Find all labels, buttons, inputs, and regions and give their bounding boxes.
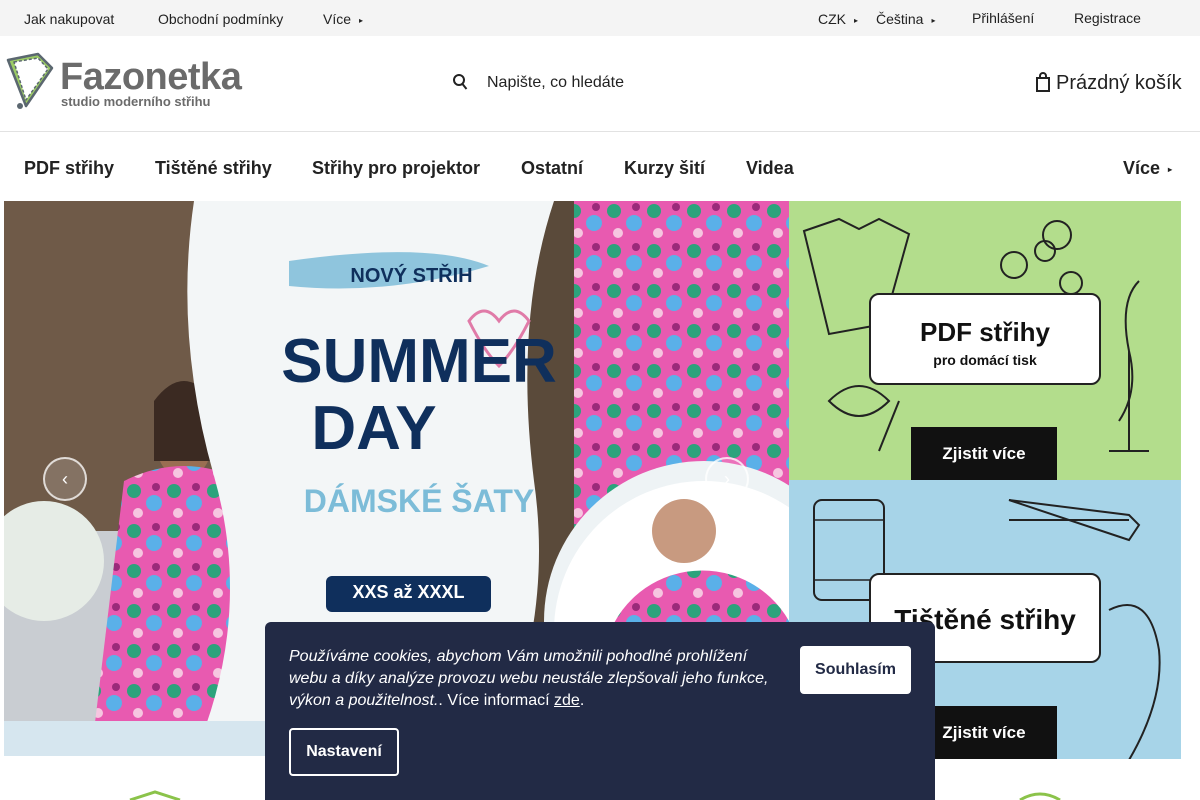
- hero-sizes: XXS až XXXL: [352, 582, 465, 602]
- nav-more-label: Více: [1123, 158, 1161, 178]
- cookie-text: Používáme cookies, abychom Vám umožnili …: [289, 646, 784, 712]
- category-icon-partial: [1019, 792, 1061, 800]
- nav-item-printed[interactable]: Tištěné střihy: [155, 158, 272, 179]
- logo[interactable]: Fazonetka studio moderního střihu: [4, 52, 274, 112]
- chevron-down-icon: ▸: [359, 15, 364, 25]
- bag-icon: [1036, 72, 1050, 92]
- top-more-menu[interactable]: Více ▸: [323, 11, 363, 27]
- banner-pdf-cta[interactable]: Zjistit více: [911, 427, 1057, 480]
- nav-item-other[interactable]: Ostatní: [521, 158, 583, 179]
- search-input[interactable]: Napište, co hledáte: [487, 74, 624, 92]
- chevron-down-icon: ▸: [854, 15, 859, 25]
- top-more-label: Více: [323, 11, 352, 27]
- banner-pdf-subtitle: pro domácí tisk: [933, 352, 1037, 368]
- how-to-shop-link[interactable]: Jak nakupovat: [24, 11, 114, 27]
- top-bar: Jak nakupovat Obchodní podmínky Více ▸ CZ…: [0, 0, 1200, 36]
- logo-tagline: studio moderního střihu: [61, 94, 211, 109]
- nav-item-videos[interactable]: Videa: [746, 158, 794, 179]
- slider-prev-button[interactable]: ‹: [43, 457, 87, 501]
- logo-name: Fazonetka: [60, 56, 242, 98]
- currency-label: CZK: [818, 11, 846, 27]
- search-icon: [453, 74, 468, 90]
- hero-title-line1: SUMMER: [281, 327, 557, 396]
- banner-pdf-title: PDF střihy: [919, 317, 1051, 347]
- nav-item-pdf[interactable]: PDF střihy: [24, 158, 114, 179]
- nav-more-menu[interactable]: Více ▸: [1123, 158, 1172, 179]
- language-select[interactable]: Čeština ▸: [876, 11, 935, 27]
- search-box[interactable]: Napište, co hledáte: [450, 72, 750, 96]
- terms-link[interactable]: Obchodní podmínky: [158, 11, 283, 27]
- chevron-left-icon: ‹: [62, 469, 68, 489]
- hero-badge: NOVÝ STŘIH: [350, 265, 473, 287]
- chevron-down-icon: ▸: [1168, 164, 1173, 174]
- nav-item-projector[interactable]: Střihy pro projektor: [312, 158, 480, 179]
- cookie-more-prefix: . Více informací: [438, 692, 555, 709]
- chevron-down-icon: ▸: [931, 15, 936, 25]
- banner-pdf[interactable]: PDF střihy pro domácí tisk Zjistit více: [789, 201, 1181, 480]
- register-link[interactable]: Registrace: [1074, 10, 1141, 26]
- slider-next-button[interactable]: ›: [705, 457, 749, 501]
- nav-item-courses[interactable]: Kurzy šití: [624, 158, 705, 179]
- cookie-accept-button[interactable]: Souhlasím: [800, 646, 911, 694]
- cookie-settings-button[interactable]: Nastavení: [289, 728, 399, 776]
- hero-title-line2: DAY: [311, 394, 437, 463]
- language-label: Čeština: [876, 11, 924, 27]
- cart-label: Prázdný košík: [1056, 72, 1182, 94]
- currency-select[interactable]: CZK ▸: [818, 11, 858, 27]
- chevron-right-icon: ›: [724, 469, 730, 489]
- cookie-more-link[interactable]: zde: [554, 692, 580, 709]
- login-link[interactable]: Přihlášení: [972, 10, 1034, 26]
- logo-mark-icon: [6, 52, 54, 109]
- main-nav: PDF střihy Tištěné střihy Střihy pro pro…: [0, 133, 1200, 201]
- cookie-more-suffix: .: [579, 692, 585, 709]
- cookie-consent-bar: Používáme cookies, abychom Vám umožnili …: [265, 622, 935, 800]
- category-icon-partial: [129, 790, 181, 800]
- hero-subtitle: DÁMSKÉ ŠATY: [303, 483, 535, 519]
- header: Fazonetka studio moderního střihu Napišt…: [0, 36, 1200, 132]
